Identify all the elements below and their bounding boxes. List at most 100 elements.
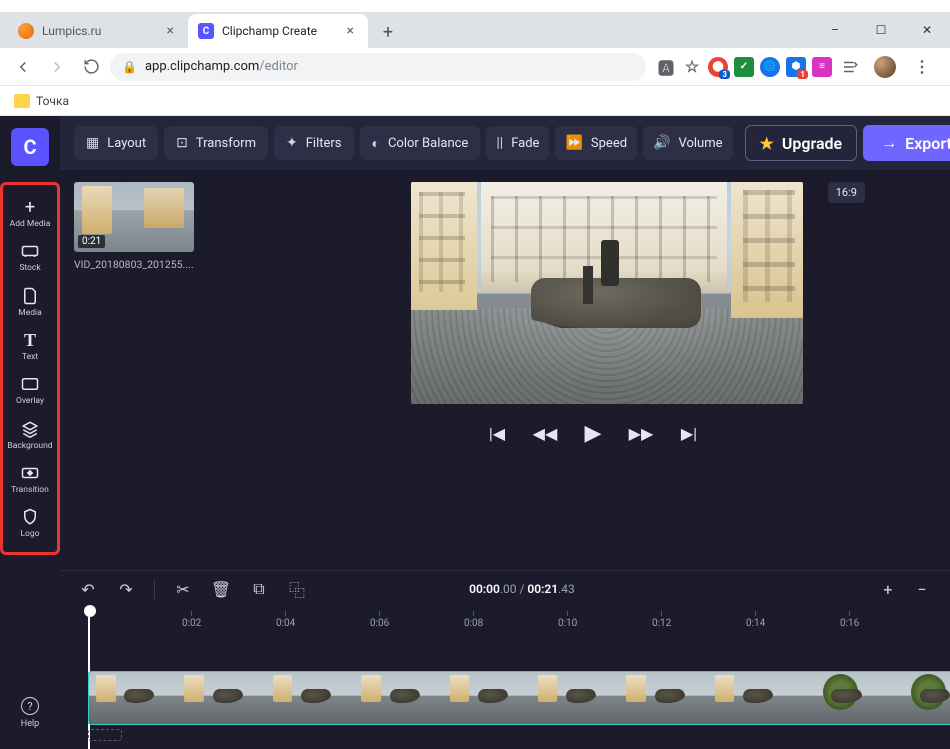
label: Speed <box>591 136 627 151</box>
redo-button[interactable]: ↷ <box>112 575 140 603</box>
minimize-button[interactable]: – <box>812 12 858 48</box>
speed-button[interactable]: ⏩ Speed <box>555 126 637 160</box>
filters-button[interactable]: ✦ Filters <box>274 126 354 160</box>
media-icon <box>20 286 40 306</box>
sidebar-item-text[interactable]: T Text <box>2 324 58 368</box>
color-balance-button[interactable]: ◐ Color Balance <box>360 126 481 160</box>
plus-icon: + <box>20 197 40 217</box>
bookmark-star-icon[interactable]: ☆ <box>682 57 702 77</box>
preview-column: 16:9 |◀ ◀◀ ▶ ▶▶ ▶| <box>216 182 950 562</box>
split-button[interactable]: ✂ <box>169 575 197 603</box>
bookmarks-bar: Точка <box>0 86 950 116</box>
label: Layout <box>107 136 146 151</box>
bookmark-label: Точка <box>36 94 69 108</box>
menu-button[interactable]: ⋮ <box>908 57 936 76</box>
label: Background <box>7 442 52 451</box>
label: Logo <box>20 530 39 539</box>
close-button[interactable]: ✕ <box>904 12 950 48</box>
forward-button[interactable] <box>42 52 72 82</box>
timecode: 00:00.00 / 00:21.43 <box>469 582 575 596</box>
rewind-button[interactable]: ◀◀ <box>534 422 556 444</box>
label: Add Media <box>10 220 51 229</box>
playback-controls: |◀ ◀◀ ▶ ▶▶ ▶| <box>486 422 700 444</box>
label: Transition <box>11 486 49 495</box>
url-bar: 🔒 app.clipchamp.com/editor 🅰 ☆ ⬤ ✓ 🌐 ⬢ ≡… <box>0 48 950 86</box>
timeline-clip[interactable]: 🔊 <box>88 671 950 725</box>
timeline: ↶ ↷ ✂ 🗑 ⧉ ⿻ 00:00.00 / 00:21.43 + − ↔ 0:… <box>60 570 950 749</box>
lock-icon: 🔒 <box>122 60 137 74</box>
sidebar-item-logo[interactable]: Logo <box>2 501 58 545</box>
undo-button[interactable]: ↶ <box>74 575 102 603</box>
thumbnail-filename: VID_20180803_201255.... <box>74 258 194 271</box>
sidebar-item-transition[interactable]: Transition <box>2 457 58 501</box>
tab-lumpics[interactable]: Lumpics.ru × <box>8 14 188 48</box>
contrast-icon: ◐ <box>372 135 380 152</box>
new-tab-button[interactable]: + <box>374 18 402 46</box>
skip-end-button[interactable]: ▶| <box>678 422 700 444</box>
sparkle-icon: ✦ <box>286 135 298 151</box>
layers-icon <box>20 419 40 439</box>
extension-icon[interactable]: ⬤ <box>708 57 728 77</box>
upgrade-button[interactable]: ★ Upgrade <box>745 125 858 161</box>
star-icon: ★ <box>760 134 774 153</box>
duplicate-button[interactable]: ⿻ <box>283 575 311 603</box>
copy-button[interactable]: ⧉ <box>245 575 273 603</box>
extension-icon[interactable]: ≡ <box>812 57 832 77</box>
layout-icon: ▦ <box>86 135 99 151</box>
reload-button[interactable] <box>76 52 106 82</box>
media-thumbnail[interactable]: 0:21 <box>74 182 194 252</box>
timeline-tools: ↶ ↷ ✂ 🗑 ⧉ ⿻ 00:00.00 / 00:21.43 + − ↔ <box>60 571 950 607</box>
skip-start-button[interactable]: |◀ <box>486 422 508 444</box>
address-bar[interactable]: 🔒 app.clipchamp.com/editor <box>110 53 646 81</box>
overlay-icon <box>20 374 40 394</box>
sidebar-item-add-media[interactable]: + Add Media <box>2 191 58 235</box>
sidebar-item-stock[interactable]: Stock <box>2 235 58 279</box>
label: Upgrade <box>782 134 842 153</box>
sidebar-item-overlay[interactable]: Overlay <box>2 368 58 412</box>
sidebar-item-background[interactable]: Background <box>2 413 58 457</box>
sidebar-item-media[interactable]: Media <box>2 280 58 324</box>
fast-forward-button[interactable]: ▶▶ <box>630 422 652 444</box>
ruler-tick: 0:14 <box>746 611 765 629</box>
back-button[interactable] <box>8 52 38 82</box>
extension-icon[interactable]: ✓ <box>734 57 754 77</box>
fade-icon: || <box>496 135 503 151</box>
close-icon[interactable]: × <box>163 23 178 39</box>
extension-icon[interactable]: 🌐 <box>760 57 780 77</box>
favicon-lumpics <box>18 23 34 39</box>
extension-icon[interactable]: ⬢ <box>786 57 806 77</box>
zoom-fit-button[interactable]: ↔ <box>942 575 950 603</box>
transform-icon: ⊡ <box>176 135 188 151</box>
content-row: 0:21 VID_20180803_201255.... 16:9 <box>60 170 950 570</box>
delete-button[interactable]: 🗑 <box>207 575 235 603</box>
timeline-ruler[interactable]: 0:020:040:060:080:100:120:140:16 <box>88 607 950 629</box>
transition-icon <box>20 463 40 483</box>
video-preview[interactable] <box>411 182 803 404</box>
label: Transform <box>196 136 256 151</box>
aspect-ratio-button[interactable]: 16:9 <box>828 182 865 203</box>
fade-button[interactable]: || Fade <box>486 126 549 160</box>
arrow-right-icon: → <box>881 133 897 153</box>
label: Filters <box>306 136 342 151</box>
brand-logo[interactable]: C <box>11 128 49 166</box>
profile-avatar[interactable] <box>874 56 896 78</box>
maximize-button[interactable]: ☐ <box>858 12 904 48</box>
label: Overlay <box>16 397 44 406</box>
timeline-empty-segment[interactable] <box>88 729 122 741</box>
bookmark-item[interactable]: Точка <box>14 94 69 108</box>
sidebar-item-help[interactable]: ? Help <box>2 689 58 737</box>
layout-button[interactable]: ▦ Layout <box>74 126 158 160</box>
translate-icon[interactable]: 🅰 <box>656 57 676 77</box>
reading-list-icon[interactable] <box>838 52 862 82</box>
zoom-out-button[interactable]: − <box>908 575 936 603</box>
play-button[interactable]: ▶ <box>582 422 604 444</box>
text-icon: T <box>20 330 40 350</box>
editor-toolbar: ▦ Layout ⊡ Transform ✦ Filters ◐ Color B… <box>60 116 950 170</box>
transform-button[interactable]: ⊡ Transform <box>164 126 268 160</box>
tab-clipchamp[interactable]: C Clipchamp Create × <box>188 14 368 48</box>
export-button[interactable]: → Export <box>863 125 950 161</box>
volume-button[interactable]: 🔊 Volume <box>643 126 732 160</box>
zoom-in-button[interactable]: + <box>874 575 902 603</box>
ruler-tick: 0:10 <box>558 611 577 629</box>
close-icon[interactable]: × <box>343 23 358 39</box>
